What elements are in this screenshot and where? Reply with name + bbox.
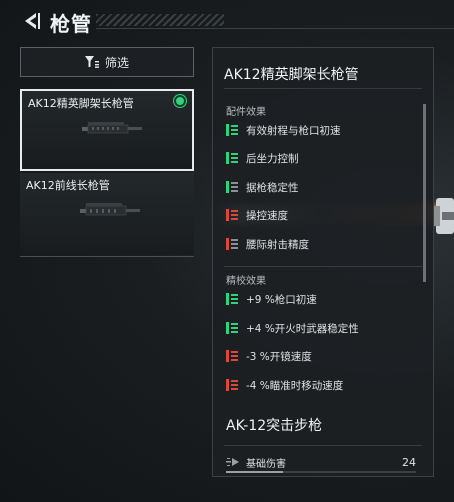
calibration-label: -3 %开镜速度 [246,350,312,363]
calibration-label: +4 %开火时武器稳定性 [246,322,359,335]
stat-row-damage: 基础伤害 24 [226,454,416,470]
weapon-divider [224,445,422,446]
stat-label: 基础伤害 [246,458,286,470]
effect-row: 有效射程与枪口初速 [226,121,341,139]
title-decoration [96,14,224,26]
attachment-card-1[interactable]: AK12精英脚架长枪管 [20,89,194,171]
header-divider [96,28,454,29]
effect-label: 操控速度 [246,209,288,222]
effect-row: 后坐力控制 [226,149,299,167]
calibration-label: +9 %枪口初速 [246,293,317,306]
effect-row: 操控速度 [226,206,288,224]
effect-row: 据枪稳定性 [226,178,299,196]
details-title: AK12精英脚架长枪管 [224,67,359,83]
effect-label: 有效射程与枪口初速 [246,124,341,137]
calibration-row: -3 %开镜速度 [226,347,312,365]
filter-label: 筛选 [104,55,129,70]
weapon-preview [434,198,454,234]
attachment-name: AK12精英脚架长枪管 [28,97,134,110]
barrel-thumbnail [80,203,140,216]
selected-indicator-icon [174,95,186,107]
stat-up-icon [226,124,238,136]
calibration-row: -4 %瞄准时移动速度 [226,376,343,394]
effect-label: 后坐力控制 [246,152,299,165]
attachment-name: AK12前线长枪管 [26,179,110,192]
effect-label: 据枪稳定性 [246,181,299,194]
stat-down-icon [226,209,238,221]
barrel-thumbnail [82,122,142,134]
calibration-label: -4 %瞄准时移动速度 [246,379,344,392]
filter-icon [84,56,99,68]
stat-bar-fill [226,471,283,473]
list-divider [20,256,194,257]
section-divider [224,266,422,267]
filter-button[interactable]: 筛选 [20,47,194,77]
stat-down-icon [226,379,238,391]
damage-icon [226,458,239,466]
calibration-row: +4 %开火时武器稳定性 [226,319,359,337]
stat-value: 24 [402,455,416,469]
scrollbar[interactable] [423,104,426,282]
weapon-name: AK-12突击步枪 [226,418,323,434]
details-panel[interactable]: AK12精英脚架长枪管 配件效果 有效射程与枪口初速 后坐力控制 据枪稳定性 操… [212,47,434,477]
title-divider [224,88,422,89]
effect-label: 腰际射击精度 [246,238,309,251]
stat-up-icon [226,322,238,334]
stat-up-icon [226,293,238,305]
effect-row: 腰际射击精度 [226,235,309,253]
header-bar: 枪管 [0,0,454,44]
stat-down-icon [226,238,238,250]
calibration-row: +9 %枪口初速 [226,290,317,308]
attachment-effects-label: 配件效果 [226,107,266,118]
stat-bar [226,471,416,473]
calibration-effects-label: 精校效果 [226,276,266,287]
stat-up-icon [226,152,238,164]
attachment-card-2[interactable]: AK12前线长枪管 [20,173,194,255]
stat-mixed-icon [226,181,238,193]
page-title: 枪管 [50,12,92,36]
back-arrow-icon[interactable] [20,10,42,32]
stat-down-icon [226,350,238,362]
